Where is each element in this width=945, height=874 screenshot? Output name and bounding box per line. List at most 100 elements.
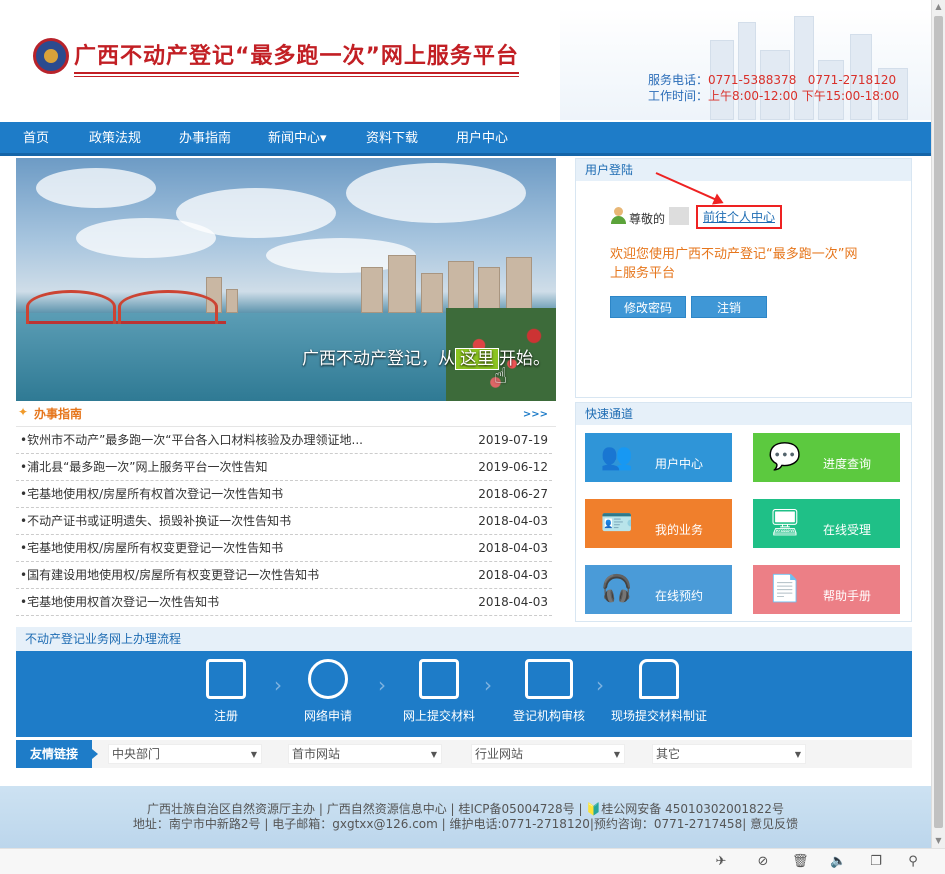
site-title: 广西不动产登记“最多跑一次”网上服务平台 <box>74 38 519 77</box>
logout-button[interactable]: 注销 <box>691 296 767 318</box>
tile-my-business[interactable]: 🪪 我的业务 <box>585 499 732 548</box>
nav-user-center[interactable]: 用户中心 <box>456 122 508 156</box>
list-item[interactable]: •宅基地使用权首次登记一次性告知书 2018-04-03 <box>16 589 552 616</box>
item-date: 2018-06-27 <box>478 487 548 501</box>
item-date: 2019-06-12 <box>478 460 548 474</box>
tile-user-center[interactable]: 👥 用户中心 <box>585 433 732 482</box>
select-other[interactable]: 其它 <box>652 744 806 764</box>
login-panel: 用户登陆 尊敬的 前往个人中心 欢迎您使用广西不动产登记“最多跑一次”网上服务平… <box>575 158 912 398</box>
contact-info: 服务电话：0771-5388378 0771-2718120 工作时间：上午8:… <box>648 72 899 104</box>
scroll-up-icon[interactable]: ▲ <box>932 0 945 14</box>
change-password-button[interactable]: 修改密码 <box>610 296 686 318</box>
document-icon <box>419 659 459 699</box>
quick-access-panel: 快速通道 👥 用户中心 💬 进度查询 🪪 我的业务 🖥 在线受理 🎧 在线预约 📄 帮助手册 <box>575 402 912 622</box>
step-register: 注册 <box>204 659 248 724</box>
list-item[interactable]: •国有建设用地使用权/房屋所有权变更登记一次性告知书 2018-04-03 <box>16 562 552 589</box>
step-label: 现场提交材料制证 <box>610 709 707 723</box>
tile-label: 用户中心 <box>655 457 704 471</box>
tile-online-acceptance[interactable]: 🖥 在线受理 <box>753 499 900 548</box>
item-title: •国有建设用地使用权/房屋所有权变更登记一次性告知书 <box>20 568 320 582</box>
step-review: 登记机构审核 <box>509 659 589 724</box>
list-item[interactable]: •钦州市不动产”最多跑一次“平台各入口材料核验及办理领证地... 2019-07-… <box>16 427 552 454</box>
step-label: 注册 <box>213 709 238 723</box>
work-time-pm: 下午15:00-18:00 <box>801 89 900 103</box>
nav-news[interactable]: 新闻中心▾ <box>268 122 327 156</box>
tile-label: 在线受理 <box>823 523 872 537</box>
speed-icon[interactable]: ⊘ <box>755 854 771 870</box>
item-date: 2018-04-03 <box>478 541 548 555</box>
list-item[interactable]: •不动产证书或证明遗失、损毁补换证一次性告知书 2018-04-03 <box>16 508 552 535</box>
site-footer: 广西壮族自治区自然资源厅主办 | 广西自然资源信息中心 | 桂ICP备05004… <box>0 786 931 848</box>
help-doc-icon: 📄 <box>768 574 802 604</box>
flow-steps: 注册 › 网络申请 › 网上提交材料 › 登记机构审核 › 现场提交材料制证 <box>16 651 912 737</box>
banner-image[interactable]: 广西不动产登记，从 这里 开始。 ☝ <box>16 158 556 401</box>
personal-center-link[interactable]: 前往个人中心 <box>696 205 782 229</box>
item-title: •不动产证书或证明遗失、损毁补换证一次性告知书 <box>20 514 292 528</box>
select-central-departments[interactable]: 中央部门 <box>108 744 262 764</box>
guide-more-link[interactable]: >>> <box>523 409 548 420</box>
work-time-label: 工作时间： <box>648 89 709 103</box>
register-doc-icon <box>206 659 246 699</box>
headset-icon: 🎧 <box>600 574 634 604</box>
chevron-right-icon: › <box>596 673 604 697</box>
item-title: •宅基地使用权/房屋所有权首次登记一次性告知书 <box>20 487 284 501</box>
greeting-text: 尊敬的 <box>629 212 666 226</box>
search-icon[interactable]: ⚲ <box>905 854 921 870</box>
vertical-scrollbar[interactable]: ▲ ▼ <box>931 0 945 848</box>
item-date: 2018-04-03 <box>478 595 548 609</box>
pointer-hand-icon: ☝ <box>494 364 508 389</box>
tile-label: 进度查询 <box>823 457 872 471</box>
browser-e-icon <box>308 659 348 699</box>
logo-emblem <box>33 38 69 74</box>
work-time-am: 上午8:00-12:00 <box>708 89 798 103</box>
id-card-icon: 🪪 <box>600 508 634 538</box>
nav-home[interactable]: 首页 <box>23 122 49 156</box>
masked-username <box>669 207 689 225</box>
step-label: 网络申请 <box>303 709 352 723</box>
scroll-down-icon[interactable]: ▼ <box>932 834 945 848</box>
guide-list: 办事指南 >>> •钦州市不动产”最多跑一次“平台各入口材料核验及办理领证地..… <box>16 403 556 618</box>
guide-header: 办事指南 >>> <box>16 403 556 427</box>
item-title: •钦州市不动产”最多跑一次“平台各入口材料核验及办理领证地... <box>20 433 363 447</box>
quick-panel-title: 快速通道 <box>576 403 911 425</box>
item-date: 2018-04-03 <box>478 514 548 528</box>
tile-help-manual[interactable]: 📄 帮助手册 <box>753 565 900 614</box>
item-title: •浦北县“最多跑一次”网上服务平台一次性告知 <box>20 460 268 474</box>
welcome-message: 欢迎您使用广西不动产登记“最多跑一次”网上服务平台 <box>610 247 858 281</box>
tile-label: 我的业务 <box>655 523 704 537</box>
login-panel-title: 用户登陆 <box>576 159 911 181</box>
item-title: •宅基地使用权/房屋所有权变更登记一次性告知书 <box>20 541 284 555</box>
certificate-icon <box>525 659 573 699</box>
nav-policy[interactable]: 政策法规 <box>89 122 141 156</box>
nav-guide[interactable]: 办事指南 <box>179 122 231 156</box>
main-nav: 首页 政策法规 办事指南 新闻中心▾ 资料下载 用户中心 <box>0 122 931 156</box>
chat-search-icon: 💬 <box>768 442 802 472</box>
trash-icon[interactable]: 🗑 <box>792 854 809 870</box>
tile-label: 在线预约 <box>655 589 704 603</box>
scroll-thumb[interactable] <box>934 16 943 828</box>
tile-progress-query[interactable]: 💬 进度查询 <box>753 433 900 482</box>
list-item[interactable]: •宅基地使用权/房屋所有权变更登记一次性告知书 2018-04-03 <box>16 535 552 562</box>
footer-line-2: 地址：南宁市中新路2号 | 电子邮箱：gxgtxx@126.com | 维护电话… <box>132 817 799 831</box>
list-item[interactable]: •宅基地使用权/房屋所有权首次登记一次性告知书 2018-06-27 <box>16 481 552 508</box>
window-icon[interactable]: ❐ <box>868 854 884 870</box>
select-city-websites[interactable]: 首市网站 <box>288 744 442 764</box>
users-icon: 👥 <box>600 442 634 472</box>
service-phone-1: 0771-5388378 <box>708 73 797 87</box>
slogan-text: 广西不动产登记，从 <box>302 349 455 369</box>
monitor-icon: 🖥 <box>768 508 802 538</box>
item-date: 2019-07-19 <box>478 433 548 447</box>
rocket-icon[interactable]: ✈ <box>713 854 729 870</box>
select-industry-websites[interactable]: 行业网站 <box>471 744 625 764</box>
item-title: •宅基地使用权首次登记一次性告知书 <box>20 595 220 609</box>
list-item[interactable]: •浦北县“最多跑一次”网上服务平台一次性告知 2019-06-12 <box>16 454 552 481</box>
bridge-graphic <box>26 288 226 324</box>
chevron-right-icon: › <box>274 673 282 697</box>
flow-title: 不动产登记业务网上办理流程 <box>16 627 912 651</box>
service-phone-2: 0771-2718120 <box>807 73 897 87</box>
service-phone-label: 服务电话： <box>648 73 709 87</box>
guide-title[interactable]: 办事指南 <box>18 405 82 422</box>
nav-downloads[interactable]: 资料下载 <box>366 122 418 156</box>
tile-online-booking[interactable]: 🎧 在线预约 <box>585 565 732 614</box>
speaker-icon[interactable]: 🔈 <box>830 854 846 870</box>
